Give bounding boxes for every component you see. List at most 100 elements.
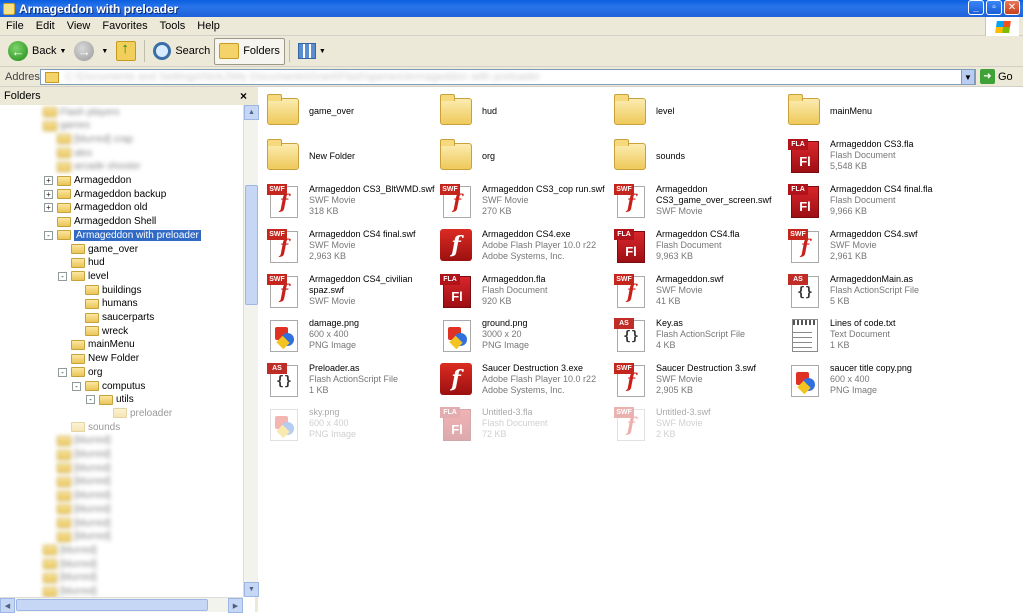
views-button[interactable]: ▼	[294, 38, 330, 65]
file-item[interactable]: ground.png 3000 x 20 PNG Image	[440, 318, 612, 362]
tree-item[interactable]: [blurred]	[44, 489, 111, 503]
file-item[interactable]: f SWF Saucer Destruction 3.swf SWF Movie 2,9…	[614, 363, 786, 407]
close-button[interactable]: ✕	[1004, 0, 1020, 15]
tree-item[interactable]: mainMenu	[58, 338, 135, 352]
maximize-button[interactable]: ▫	[986, 0, 1002, 15]
tree-item[interactable]: hud	[58, 256, 105, 270]
file-item[interactable]: {} AS Key.as Flash ActionScript File 4 KB	[614, 318, 786, 362]
tree-item[interactable]: [blurred]	[30, 571, 97, 585]
tree-item[interactable]: - utils	[86, 393, 134, 407]
scroll-down-icon[interactable]: ▼	[244, 582, 259, 597]
tree-item[interactable]: [blurred]	[44, 516, 111, 530]
file-item[interactable]: Lines of code.txt Text Document 1 KB	[788, 318, 960, 362]
file-item[interactable]: f SWF Armageddon CS3_BltWMD.swf SWF Movie 31…	[267, 184, 439, 228]
collapse-icon[interactable]: -	[72, 381, 81, 391]
folder-item[interactable]: org	[440, 139, 612, 183]
tree-item[interactable]: buildings	[72, 283, 141, 297]
file-item[interactable]: f SWF Armageddon CS4_civilian spaz.swf SWF …	[267, 274, 439, 318]
chevron-down-icon[interactable]: ▼	[101, 48, 108, 55]
go-button[interactable]: ➜ Go	[980, 69, 1013, 84]
file-item[interactable]: f SWF Armageddon CS4 final.swf SWF Movie 2,9…	[267, 229, 439, 273]
tree-item[interactable]: wreck	[72, 324, 128, 338]
tree-item[interactable]: [blurred]	[30, 557, 97, 571]
minimize-button[interactable]: _	[968, 0, 984, 15]
scroll-up-icon[interactable]: ▲	[244, 105, 259, 120]
file-item[interactable]: f SWF Armageddon CS4.swf SWF Movie 2,961 KB	[788, 229, 960, 273]
tree-item[interactable]: - Armageddon with preloader	[44, 228, 201, 242]
tree-item[interactable]: + Armageddon old	[44, 201, 147, 215]
tree-item[interactable]: alex	[44, 146, 92, 160]
tree-item[interactable]: games	[30, 119, 90, 133]
file-item[interactable]: Fl FLA Armageddon.fla Flash Document 920 KB	[440, 274, 612, 318]
tree-item[interactable]: [blurred]	[44, 530, 111, 544]
horizontal-scrollbar[interactable]: ◀ ▶	[0, 597, 243, 613]
tree-item[interactable]: Flash players	[30, 105, 119, 119]
folders-button[interactable]: Folders	[214, 37, 285, 65]
collapse-icon[interactable]: -	[58, 271, 67, 281]
file-item[interactable]: damage.png 600 x 400 PNG Image	[267, 318, 439, 362]
forward-button[interactable]: → ▼	[70, 38, 112, 65]
menu-favorites[interactable]: Favorites	[96, 20, 153, 32]
address-input[interactable]: C:\Documents and Settings\NickJ\My Docum…	[40, 69, 976, 85]
back-button[interactable]: ← Back ▼	[4, 38, 70, 65]
tree-item[interactable]: [blurred]	[30, 585, 97, 597]
tree-item[interactable]: humans	[72, 297, 138, 311]
file-item[interactable]: sky.png 600 x 400 PNG Image	[267, 407, 439, 451]
expand-icon[interactable]: +	[44, 203, 53, 213]
up-folder-button[interactable]	[112, 38, 140, 65]
scroll-left-icon[interactable]: ◀	[0, 598, 15, 613]
file-item[interactable]: Fl FLA Armageddon CS4.fla Flash Document 9,9…	[614, 229, 786, 273]
tree-item[interactable]: [blurred]	[44, 502, 111, 516]
file-item[interactable]: Fl FLA Armageddon CS4 final.fla Flash Docum…	[788, 184, 960, 228]
folder-item[interactable]: game_over	[267, 94, 439, 138]
expand-icon[interactable]: +	[44, 189, 53, 199]
expand-icon[interactable]: +	[44, 176, 53, 185]
tree-item[interactable]: [blurred] crap	[44, 132, 133, 146]
tree-item[interactable]: - computus	[72, 379, 145, 393]
file-item[interactable]: saucer title copy.png 600 x 400 PNG Image	[788, 363, 960, 407]
collapse-icon[interactable]: -	[86, 395, 95, 405]
tree-item[interactable]: Armageddon Shell	[44, 215, 156, 229]
tree-item[interactable]: [blurred]	[30, 543, 97, 557]
tree-item[interactable]: [blurred]	[44, 461, 111, 475]
file-item[interactable]: f SWF Armageddon.swf SWF Movie 41 KB	[614, 274, 786, 318]
tree-item[interactable]: + Armageddon	[44, 174, 131, 188]
scroll-right-icon[interactable]: ▶	[228, 598, 243, 613]
file-item[interactable]: {} AS ArmageddonMain.as Flash ActionScript …	[788, 274, 960, 318]
tree-item[interactable]: - level	[58, 269, 109, 283]
folder-item[interactable]: sounds	[614, 139, 786, 183]
file-item[interactable]: Fl FLA Untitled-3.fla Flash Document 72 KB	[440, 407, 612, 451]
tree-item[interactable]: arcade shooter	[44, 160, 141, 174]
menu-edit[interactable]: Edit	[30, 20, 61, 32]
tree-item[interactable]: saucerparts	[72, 311, 154, 325]
file-item[interactable]: f SWF Untitled-3.swf SWF Movie 2 KB	[614, 407, 786, 451]
folder-item[interactable]: New Folder	[267, 139, 439, 183]
tree-item[interactable]: preloader	[100, 406, 172, 420]
scrollbar-thumb[interactable]	[245, 185, 258, 305]
file-item[interactable]: {} AS Preloader.as Flash ActionScript File 1…	[267, 363, 439, 407]
vertical-scrollbar[interactable]: ▲ ▼	[243, 105, 259, 597]
close-pane-button[interactable]: ×	[240, 89, 247, 103]
collapse-icon[interactable]: -	[44, 230, 53, 240]
folder-item[interactable]: level	[614, 94, 786, 138]
menu-view[interactable]: View	[61, 20, 97, 32]
address-dropdown-button[interactable]: ▼	[961, 69, 975, 85]
file-item[interactable]: f SWF Armageddon CS3_game_over_screen.swf S…	[614, 184, 786, 228]
file-item[interactable]: f SWF Armageddon CS3_cop run.swf SWF Movie 2…	[440, 184, 612, 228]
collapse-icon[interactable]: -	[58, 367, 67, 377]
file-item[interactable]: Fl FLA Armageddon CS3.fla Flash Document 5,5…	[788, 139, 960, 183]
tree-item[interactable]: New Folder	[58, 352, 139, 366]
scrollbar-thumb[interactable]	[16, 599, 208, 611]
folder-item[interactable]: hud	[440, 94, 612, 138]
menu-tools[interactable]: Tools	[154, 20, 192, 32]
tree-item[interactable]: sounds	[58, 420, 120, 434]
chevron-down-icon[interactable]: ▼	[59, 48, 66, 55]
tree-item[interactable]: [blurred]	[44, 448, 111, 462]
tree-item[interactable]: [blurred]	[44, 475, 111, 489]
tree-item[interactable]: + Armageddon backup	[44, 187, 166, 201]
tree-item[interactable]: - org	[58, 365, 102, 379]
tree-item[interactable]: [blurred]	[44, 434, 111, 448]
folder-item[interactable]: mainMenu	[788, 94, 960, 138]
menu-help[interactable]: Help	[191, 20, 226, 32]
tree-item[interactable]: game_over	[58, 242, 138, 256]
